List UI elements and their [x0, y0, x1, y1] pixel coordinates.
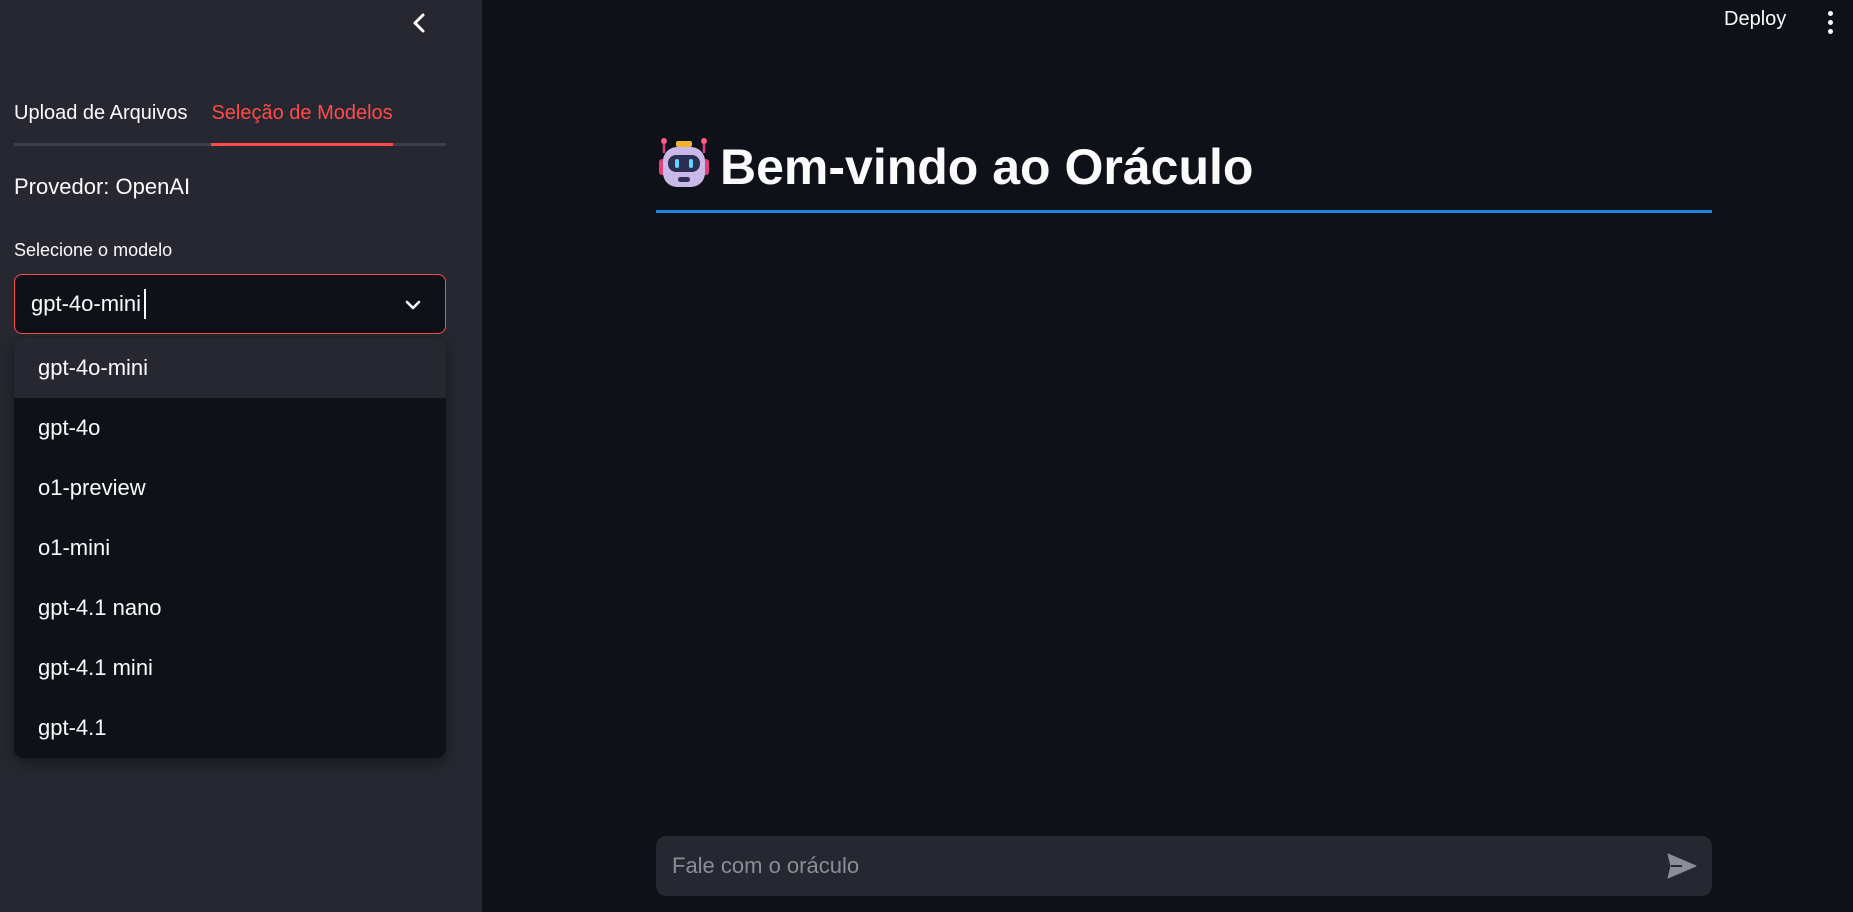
chat-input-container	[656, 836, 1712, 896]
model-option[interactable]: gpt-4o	[14, 398, 446, 458]
chevron-down-icon	[405, 300, 421, 310]
tab-upload-de-arquivos[interactable]: Upload de Arquivos	[14, 92, 187, 146]
more-vertical-icon[interactable]	[1820, 8, 1840, 36]
robot-icon	[659, 138, 709, 187]
sidebar-tabs: Upload de Arquivos Seleção de Modelos	[14, 92, 446, 146]
model-dropdown-list: gpt-4o-mini gpt-4o o1-preview o1-mini gp…	[14, 338, 446, 758]
model-select[interactable]: gpt-4o-mini	[14, 274, 446, 334]
send-icon[interactable]	[1666, 852, 1698, 880]
sidebar: Upload de Arquivos Seleção de Modelos Pr…	[0, 0, 482, 912]
provider-text: Provedor: OpenAI	[14, 174, 191, 199]
model-option[interactable]: gpt-4o-mini	[14, 338, 446, 398]
chat-input[interactable]	[670, 852, 1630, 880]
tab-selecao-de-modelos[interactable]: Seleção de Modelos	[211, 92, 393, 146]
model-select-value[interactable]: gpt-4o-mini	[31, 289, 147, 319]
chevron-left-icon	[413, 13, 425, 33]
deploy-button[interactable]: Deploy	[1724, 8, 1786, 31]
collapse-sidebar-button[interactable]	[404, 8, 434, 38]
model-option[interactable]: gpt-4.1 mini	[14, 638, 446, 698]
page-title: Bem-vindo ao Oráculo	[720, 139, 1254, 195]
model-option[interactable]: o1-preview	[14, 458, 446, 518]
page-header: Bem-vindo ao Oráculo	[656, 135, 1712, 213]
model-option[interactable]: gpt-4.1	[14, 698, 446, 758]
model-select-label: Selecione o modelo	[14, 240, 173, 260]
model-option[interactable]: gpt-4.1 nano	[14, 578, 446, 638]
model-option[interactable]: o1-mini	[14, 518, 446, 578]
